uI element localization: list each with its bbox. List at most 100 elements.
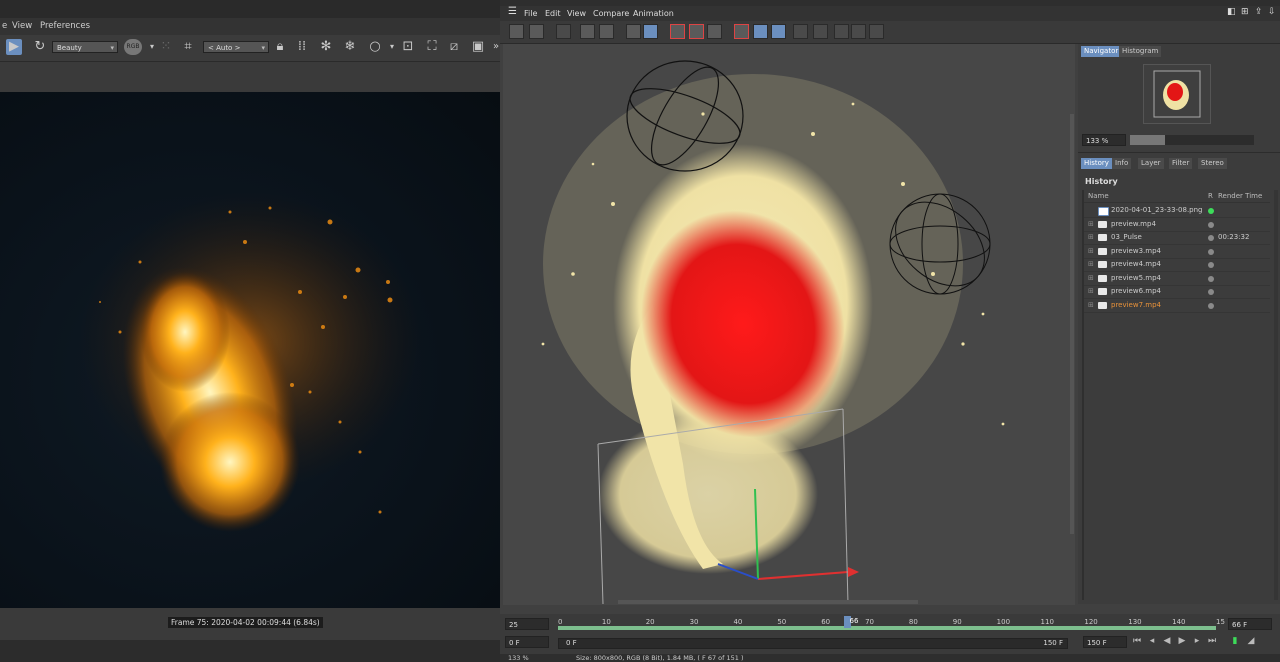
fit-icon[interactable]: ⛶ (424, 39, 440, 55)
history-row[interactable]: ⊞ preview.mp4 (1082, 218, 1270, 232)
render-status-icon (1208, 235, 1214, 241)
expand-icon[interactable]: ⊞ (1088, 218, 1094, 231)
tab-histogram[interactable]: Histogram (1119, 46, 1162, 57)
split-h-icon[interactable] (753, 24, 768, 39)
download-icon[interactable]: ⇩ (1268, 7, 1276, 17)
save-icon[interactable] (529, 24, 544, 39)
timeline-cache-track[interactable] (558, 626, 1216, 630)
history-row[interactable]: 2020-04-01_23-33-08.png (1082, 204, 1270, 218)
image-viewport[interactable] (503, 44, 1075, 605)
render-status-icon (1208, 302, 1214, 309)
menu-preferences[interactable]: Preferences (40, 21, 90, 31)
asterisk-icon[interactable]: ✻ (318, 39, 334, 55)
rgb-channel-icon[interactable]: RGB (124, 39, 142, 55)
history-header: Name R Render Time (1082, 191, 1270, 203)
export-icon[interactable]: ⇪ (1255, 7, 1263, 17)
view-1-icon[interactable] (834, 24, 849, 39)
swap-icon[interactable] (707, 24, 722, 39)
frame-icon[interactable]: ⊡ (400, 39, 416, 55)
play-back-icon[interactable]: ◀ (1162, 636, 1172, 647)
expand-icon[interactable]: ⊞ (1088, 245, 1094, 258)
compare-b-icon[interactable] (689, 24, 704, 39)
menu-edit[interactable]: e (2, 21, 7, 31)
history-row[interactable]: ⊞ 03_Pulse 00:23:32 (1082, 231, 1270, 245)
crop-icon[interactable]: ⌗ (180, 39, 196, 55)
history-item-name: preview3.mp4 (1111, 246, 1161, 255)
col-r[interactable]: R (1208, 191, 1213, 202)
set-b-icon[interactable] (813, 24, 828, 39)
zoom-field[interactable]: 133 % (1082, 134, 1126, 146)
play-icon[interactable]: ▶ (1177, 636, 1187, 647)
layer-icon[interactable] (643, 24, 658, 39)
range-bar[interactable]: 0 F 150 F (558, 638, 1068, 649)
chevron-down-icon[interactable]: ▾ (384, 39, 400, 55)
expand-icon[interactable]: ⊞ (1088, 258, 1094, 271)
image-icon[interactable]: ▣ (470, 39, 486, 55)
region-dropdown[interactable]: < Auto > (203, 41, 269, 54)
tab-stereo[interactable]: Stereo (1198, 158, 1227, 169)
last-frame-icon[interactable]: ⏭ (1207, 636, 1217, 647)
menu-file[interactable]: File (524, 9, 537, 18)
tab-layer[interactable]: Layer (1138, 158, 1164, 169)
history-row[interactable]: ⊞ preview5.mp4 (1082, 272, 1270, 286)
user-icon[interactable] (599, 24, 614, 39)
menu-view[interactable]: View (12, 21, 32, 31)
current-frame-field[interactable]: 66 F (1228, 618, 1272, 630)
history-row[interactable]: ⊞ preview4.mp4 (1082, 258, 1270, 272)
tab-info[interactable]: Info (1112, 158, 1132, 169)
lock-icon[interactable]: 🔒︎ (272, 39, 288, 55)
fps-field[interactable]: 25 (505, 618, 549, 630)
render-pass-dropdown[interactable]: Beauty (52, 41, 118, 54)
end-frame-field[interactable]: 150 F (1083, 636, 1127, 648)
menu-view[interactable]: View (567, 9, 586, 18)
compare-a-icon[interactable] (670, 24, 685, 39)
expand-icon[interactable]: ⊞ (1088, 272, 1094, 285)
compare-icon[interactable]: ⧄ (446, 39, 462, 55)
folder-icon (1098, 288, 1107, 295)
tab-filter[interactable]: Filter (1169, 158, 1193, 169)
grid-icon[interactable]: ⁞⁞ (294, 39, 310, 55)
menu-edit[interactable]: Edit (545, 9, 561, 18)
navigator-thumbnail[interactable] (1143, 64, 1211, 124)
clear-icon[interactable] (556, 24, 571, 39)
refresh-icon[interactable]: ↻ (32, 39, 48, 55)
prev-frame-icon[interactable]: ◂ (1147, 636, 1157, 647)
start-frame-field[interactable]: 0 F (505, 636, 549, 648)
audio-icon[interactable]: ◢ (1246, 636, 1256, 647)
menu-compare[interactable]: Compare (593, 9, 629, 18)
new-window-icon[interactable]: ⊞ (1241, 7, 1249, 17)
timeline-ruler[interactable]: 0 10 20 30 40 50 60 70 80 90 100 110 120 130 140 15 (558, 614, 1225, 626)
history-row[interactable]: ⊞ preview3.mp4 (1082, 245, 1270, 259)
expand-icon[interactable]: ⊞ (1088, 299, 1094, 312)
tab-history[interactable]: History (1081, 158, 1112, 169)
menu-animation[interactable]: Animation (633, 9, 674, 18)
copy-icon[interactable] (626, 24, 641, 39)
history-scrollbar[interactable] (1274, 190, 1278, 600)
region-icon[interactable]: ⁙ (158, 39, 174, 55)
hamburger-icon[interactable]: ☰ (508, 6, 517, 17)
snowflake-icon[interactable]: ❄ (342, 39, 358, 55)
set-a-icon[interactable] (793, 24, 808, 39)
expand-icon[interactable]: ⊞ (1088, 231, 1094, 244)
next-frame-icon[interactable]: ▸ (1192, 636, 1202, 647)
tab-navigator[interactable]: Navigator (1081, 46, 1122, 57)
col-render-time[interactable]: Render Time (1218, 191, 1262, 202)
circle-icon[interactable]: ○ (367, 39, 383, 55)
play-icon[interactable]: ▶ (6, 39, 22, 55)
col-name[interactable]: Name (1088, 191, 1109, 202)
panel-toggle-icon[interactable]: ◧ (1227, 7, 1236, 17)
crop-icon[interactable] (580, 24, 595, 39)
zoom-slider[interactable] (1130, 135, 1254, 145)
left-toolbar: ▶ ↻ Beauty RGB ▾ ⁙ ⌗ < Auto > 🔒︎ ⁞⁞ ✻ ❄ … (0, 35, 500, 62)
history-row[interactable]: ⊞ preview7.mp4 (1082, 299, 1270, 313)
loop-icon[interactable]: ▮ (1230, 636, 1240, 647)
open-icon[interactable] (509, 24, 524, 39)
expand-icon[interactable]: ⊞ (1088, 285, 1094, 298)
ab-icon[interactable] (734, 24, 749, 39)
first-frame-icon[interactable]: ⏮ (1132, 636, 1142, 647)
history-row[interactable]: ⊞ preview6.mp4 (1082, 285, 1270, 299)
split-v-icon[interactable] (771, 24, 786, 39)
render-canvas[interactable] (0, 92, 500, 608)
view-2-icon[interactable] (851, 24, 866, 39)
view-3-icon[interactable] (869, 24, 884, 39)
